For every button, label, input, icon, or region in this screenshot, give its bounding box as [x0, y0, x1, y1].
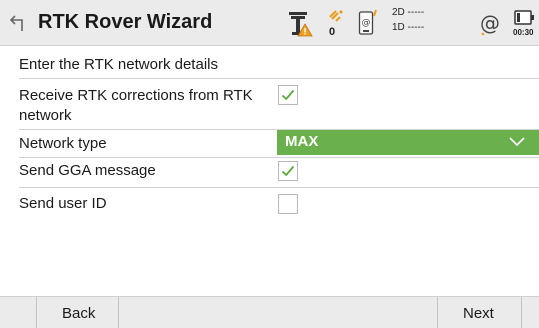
internet-icon[interactable]: @ — [479, 11, 503, 37]
clock-time: 00:30 — [513, 28, 534, 37]
receive-corrections-label-line2: network — [19, 107, 72, 124]
back-button[interactable]: Back — [62, 305, 95, 322]
separator — [118, 297, 119, 328]
dop-1d: 1D ----- — [392, 22, 425, 33]
svg-text:@: @ — [362, 18, 371, 28]
section-heading: Enter the RTK network details — [19, 56, 218, 73]
back-arrow-icon[interactable] — [10, 13, 28, 33]
divider — [19, 187, 539, 188]
next-button[interactable]: Next — [463, 305, 494, 322]
page-title: RTK Rover Wizard — [38, 11, 213, 33]
svg-text:@: @ — [480, 11, 500, 35]
device-connection-icon[interactable]: @ — [358, 8, 382, 38]
antenna-warning-icon[interactable] — [288, 10, 314, 38]
checkmark-icon — [281, 89, 295, 101]
battery-icon[interactable] — [514, 9, 536, 27]
satellite-icon[interactable] — [327, 8, 345, 26]
network-type-value: MAX — [285, 133, 319, 150]
checkmark-icon — [281, 165, 295, 177]
send-user-id-label: Send user ID — [19, 195, 107, 212]
divider — [19, 157, 539, 158]
send-gga-checkbox[interactable] — [278, 161, 298, 181]
send-gga-label: Send GGA message — [19, 162, 156, 179]
network-type-label: Network type — [19, 135, 107, 152]
title-bar: RTK Rover Wizard 0 @ 2D ----- 1D ----- @… — [0, 0, 539, 46]
bottom-bar: Back Next — [0, 296, 539, 328]
dop-2d: 2D ----- — [392, 7, 425, 18]
send-user-id-checkbox[interactable] — [278, 194, 298, 214]
separator — [36, 297, 37, 328]
receive-corrections-checkbox[interactable] — [278, 85, 298, 105]
receive-corrections-label-line1: Receive RTK corrections from RTK — [19, 87, 253, 104]
chevron-down-icon — [509, 137, 525, 147]
divider — [19, 78, 539, 79]
satellite-count: 0 — [329, 26, 336, 38]
network-type-dropdown[interactable]: MAX — [277, 130, 539, 155]
separator — [521, 297, 522, 328]
separator — [437, 297, 438, 328]
